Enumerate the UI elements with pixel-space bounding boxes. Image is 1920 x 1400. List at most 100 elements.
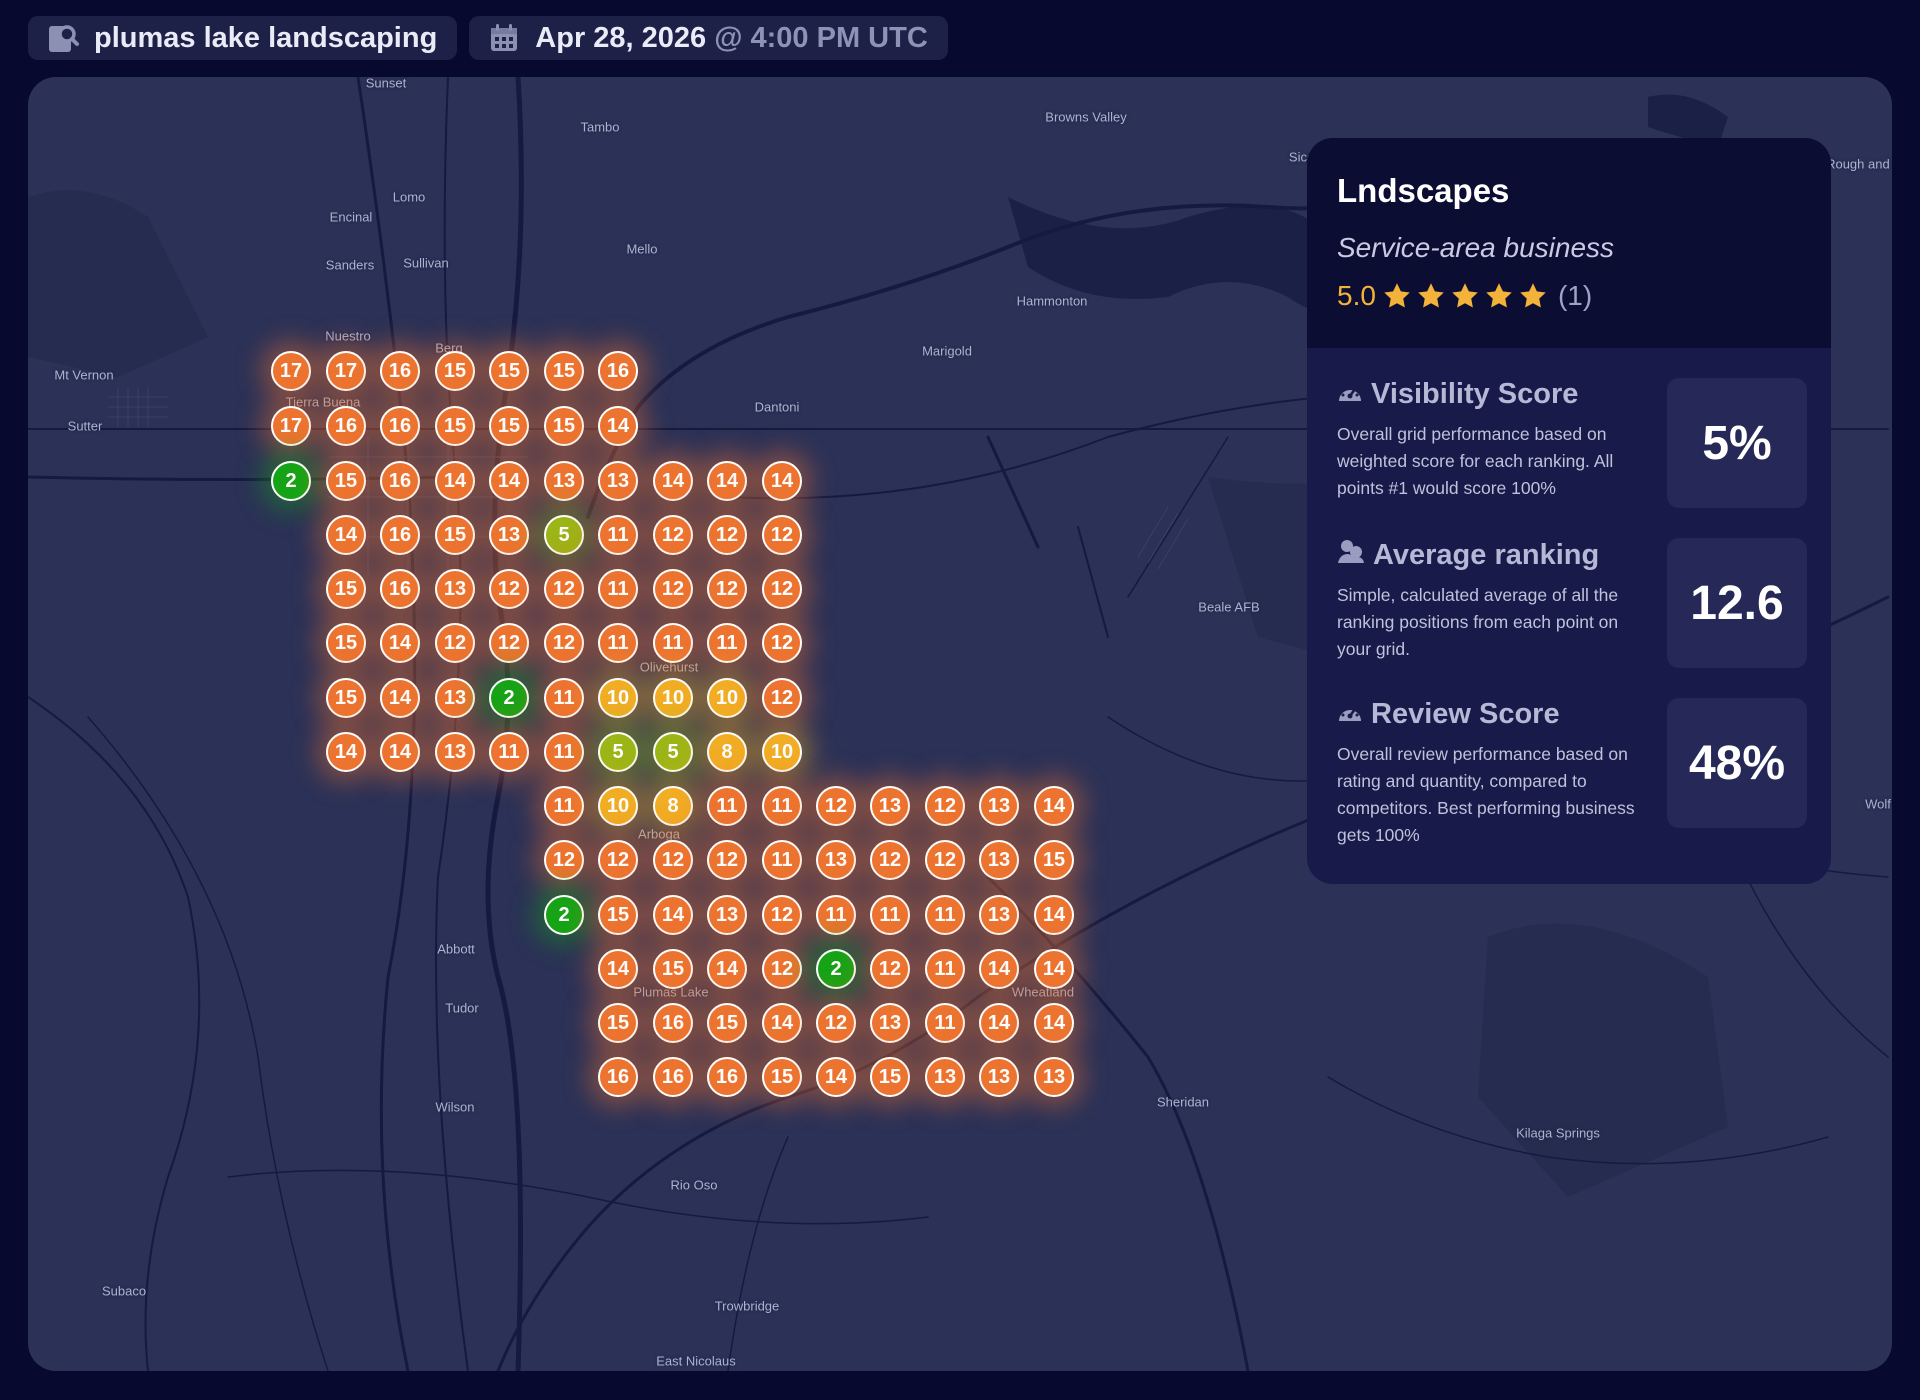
rank-pin[interactable]: 12 [544, 840, 584, 880]
rank-pin[interactable]: 16 [326, 406, 366, 446]
rank-pin[interactable]: 10 [707, 678, 747, 718]
rank-pin[interactable]: 16 [653, 1057, 693, 1097]
rank-pin[interactable]: 12 [762, 678, 802, 718]
rank-pin[interactable]: 17 [271, 351, 311, 391]
rank-pin[interactable]: 12 [707, 515, 747, 555]
rank-pin[interactable]: 15 [435, 406, 475, 446]
rank-pin[interactable]: 15 [653, 949, 693, 989]
rank-pin[interactable]: 14 [489, 461, 529, 501]
rank-pin[interactable]: 14 [653, 895, 693, 935]
rank-pin[interactable]: 13 [870, 786, 910, 826]
rank-pin[interactable]: 16 [707, 1057, 747, 1097]
rank-pin[interactable]: 12 [762, 623, 802, 663]
rank-pin[interactable]: 11 [762, 786, 802, 826]
rank-pin[interactable]: 12 [925, 840, 965, 880]
rank-pin[interactable]: 11 [653, 623, 693, 663]
rank-pin[interactable]: 2 [544, 895, 584, 935]
rank-pin[interactable]: 14 [380, 623, 420, 663]
rank-pin[interactable]: 11 [762, 840, 802, 880]
rank-pin[interactable]: 15 [489, 351, 529, 391]
rank-pin[interactable]: 13 [544, 461, 584, 501]
rank-pin[interactable]: 11 [925, 895, 965, 935]
rank-pin[interactable]: 13 [979, 895, 1019, 935]
search-query-chip[interactable]: plumas lake landscaping [28, 16, 458, 60]
rank-pin[interactable]: 12 [762, 515, 802, 555]
rank-pin[interactable]: 11 [707, 786, 747, 826]
rank-pin[interactable]: 15 [598, 1003, 638, 1043]
rank-pin[interactable]: 11 [544, 786, 584, 826]
rank-pin[interactable]: 16 [598, 351, 638, 391]
rank-pin[interactable]: 8 [653, 786, 693, 826]
rank-pin[interactable]: 14 [1034, 1003, 1074, 1043]
rank-pin[interactable]: 14 [598, 949, 638, 989]
rank-pin[interactable]: 13 [435, 732, 475, 772]
rank-pin[interactable]: 13 [1034, 1057, 1074, 1097]
rank-pin[interactable]: 12 [707, 569, 747, 609]
rank-pin[interactable]: 15 [326, 678, 366, 718]
rank-pin[interactable]: 17 [326, 351, 366, 391]
rank-pin[interactable]: 12 [435, 623, 475, 663]
rank-pin[interactable]: 5 [598, 732, 638, 772]
rank-pin[interactable]: 12 [816, 1003, 856, 1043]
rank-pin[interactable]: 12 [762, 895, 802, 935]
rank-pin[interactable]: 12 [598, 840, 638, 880]
rank-pin[interactable]: 15 [435, 351, 475, 391]
rank-pin[interactable]: 13 [979, 1057, 1019, 1097]
date-chip[interactable]: Apr 28, 2026 @ 4:00 PM UTC [469, 16, 948, 60]
rank-pin[interactable]: 11 [870, 895, 910, 935]
rank-pin[interactable]: 16 [380, 406, 420, 446]
rank-pin[interactable]: 2 [489, 678, 529, 718]
rank-pin[interactable]: 12 [816, 786, 856, 826]
rank-pin[interactable]: 15 [762, 1057, 802, 1097]
rank-pin[interactable]: 12 [653, 569, 693, 609]
rank-pin[interactable]: 11 [925, 949, 965, 989]
rank-pin[interactable]: 2 [271, 461, 311, 501]
rank-pin[interactable]: 10 [598, 786, 638, 826]
rank-pin[interactable]: 15 [326, 569, 366, 609]
rank-pin[interactable]: 14 [1034, 895, 1074, 935]
rank-pin[interactable]: 10 [762, 732, 802, 772]
rank-pin[interactable]: 14 [1034, 786, 1074, 826]
rank-pin[interactable]: 14 [979, 949, 1019, 989]
rank-pin[interactable]: 14 [762, 461, 802, 501]
rank-pin[interactable]: 5 [653, 732, 693, 772]
rank-pin[interactable]: 12 [925, 786, 965, 826]
rank-pin[interactable]: 12 [870, 949, 910, 989]
rank-pin[interactable]: 8 [707, 732, 747, 772]
rank-pin[interactable]: 14 [979, 1003, 1019, 1043]
rank-pin[interactable]: 11 [598, 515, 638, 555]
rank-pin[interactable]: 11 [925, 1003, 965, 1043]
rank-pin[interactable]: 15 [435, 515, 475, 555]
rank-pin[interactable]: 13 [489, 515, 529, 555]
rank-pin[interactable]: 17 [271, 406, 311, 446]
rank-pin[interactable]: 16 [598, 1057, 638, 1097]
rank-pin[interactable]: 11 [544, 732, 584, 772]
rank-pin[interactable]: 12 [489, 569, 529, 609]
rank-pin[interactable]: 11 [598, 623, 638, 663]
rank-pin[interactable]: 16 [380, 351, 420, 391]
rank-pin[interactable]: 14 [598, 406, 638, 446]
rank-pin[interactable]: 11 [816, 895, 856, 935]
rank-pin[interactable]: 11 [598, 569, 638, 609]
rank-pin[interactable]: 12 [762, 569, 802, 609]
rank-pin[interactable]: 14 [707, 461, 747, 501]
rank-pin[interactable]: 13 [435, 569, 475, 609]
rank-pin[interactable]: 16 [380, 569, 420, 609]
rank-pin[interactable]: 15 [544, 406, 584, 446]
rank-pin[interactable]: 2 [816, 949, 856, 989]
rank-pin[interactable]: 10 [653, 678, 693, 718]
rank-pin[interactable]: 10 [598, 678, 638, 718]
rank-pin[interactable]: 12 [762, 949, 802, 989]
rank-pin[interactable]: 11 [544, 678, 584, 718]
rank-pin[interactable]: 14 [326, 515, 366, 555]
rank-pin[interactable]: 15 [870, 1057, 910, 1097]
rank-pin[interactable]: 13 [870, 1003, 910, 1043]
rank-pin[interactable]: 13 [435, 678, 475, 718]
rank-pin[interactable]: 5 [544, 515, 584, 555]
rank-pin[interactable]: 15 [1034, 840, 1074, 880]
rank-pin[interactable]: 12 [707, 840, 747, 880]
rank-pin[interactable]: 12 [653, 840, 693, 880]
rank-pin[interactable]: 12 [489, 623, 529, 663]
rank-pin[interactable]: 13 [816, 840, 856, 880]
rank-pin[interactable]: 14 [1034, 949, 1074, 989]
